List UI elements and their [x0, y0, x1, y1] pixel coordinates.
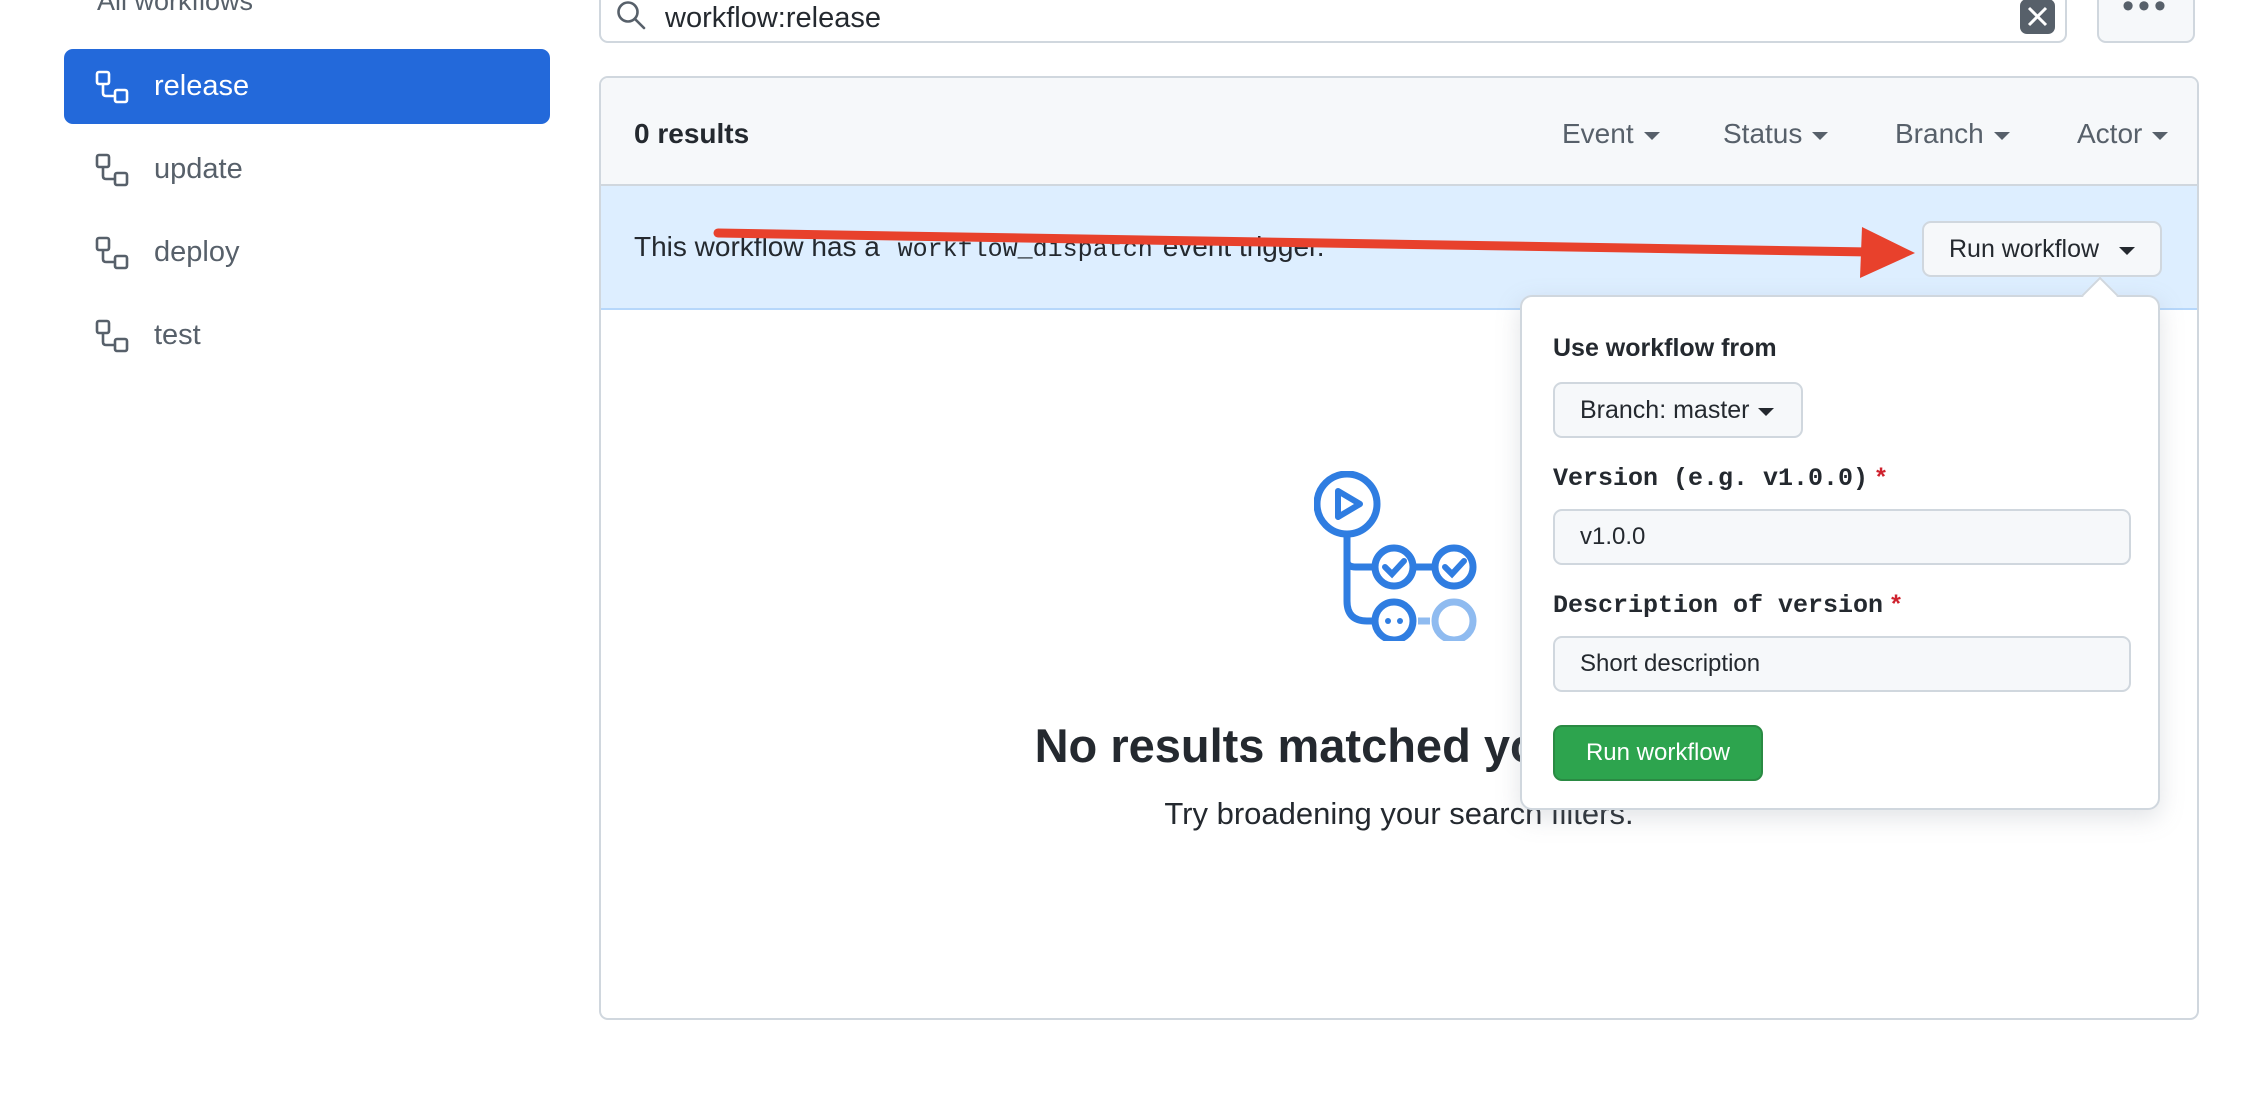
more-options-button[interactable]: ••• [2097, 0, 2195, 43]
actions-workflow-icon [1314, 471, 1477, 641]
run-workflow-dropdown-button[interactable]: Run workflow [1922, 221, 2162, 277]
results-header: 0 results Event Status Branch Actor [601, 78, 2197, 186]
sidebar-item-test[interactable]: test [64, 298, 550, 373]
search-icon [617, 1, 646, 30]
workflow-icon [95, 319, 129, 353]
dispatch-text: This workflow has a workflow_dispatch eve… [634, 231, 1325, 264]
filter-actor[interactable]: Actor [2077, 118, 2169, 150]
filter-label: Status [1723, 118, 1803, 149]
close-icon [2027, 6, 2048, 27]
filter-label: Branch [1895, 118, 1984, 149]
description-field-label: Description of version * [1553, 590, 1901, 620]
workflow-icon [95, 70, 129, 104]
workflow-icon [95, 153, 129, 187]
caret-down-icon [1643, 132, 1660, 140]
version-field-label: Version (e.g. v1.0.0) * [1553, 463, 1886, 493]
dispatch-banner: This workflow has a workflow_dispatch eve… [601, 186, 2197, 310]
filter-event[interactable]: Event [1562, 118, 1660, 150]
branch-select-button[interactable]: Branch: master [1553, 382, 1803, 438]
results-count: 0 results [634, 118, 750, 149]
field-label-text: Description of version [1553, 591, 1884, 620]
branch-select-label: Branch: master [1580, 395, 1750, 424]
sidebar-all-workflows[interactable]: All workflows [97, 0, 253, 17]
caret-down-icon [1993, 132, 2010, 140]
required-asterisk: * [1891, 590, 1901, 618]
kebab-horizontal-icon: ••• [2122, 0, 2170, 25]
filter-label: Actor [2077, 118, 2143, 149]
dispatch-text-before: This workflow has a [634, 231, 880, 262]
sidebar-item-release[interactable]: release [64, 49, 550, 124]
filter-status[interactable]: Status [1723, 118, 1829, 150]
run-workflow-label: Run workflow [1949, 234, 2100, 263]
description-input-value: Short description [1580, 650, 1761, 677]
run-workflow-submit-button[interactable]: Run workflow [1553, 725, 1763, 781]
version-input[interactable]: v1.0.0 [1553, 509, 2131, 565]
caret-down-icon [2119, 247, 2136, 255]
description-input[interactable]: Short description [1553, 636, 2131, 692]
filter-branch[interactable]: Branch [1895, 118, 2010, 150]
filter-label: Event [1562, 118, 1634, 149]
run-workflow-menu: Use workflow from Branch: master Version… [1520, 295, 2160, 810]
search-query: workflow:release [665, 2, 881, 34]
sidebar-item-update[interactable]: update [64, 132, 550, 207]
sidebar-item-label: update [154, 153, 243, 185]
sidebar-item-deploy[interactable]: deploy [64, 215, 550, 290]
sidebar-item-label: release [154, 70, 250, 102]
version-input-value: v1.0.0 [1580, 523, 1646, 550]
sidebar-item-label: deploy [154, 236, 240, 268]
use-workflow-from-heading: Use workflow from [1553, 334, 1777, 362]
sidebar-item-label: test [154, 319, 201, 351]
caret-down-icon [1812, 132, 1829, 140]
caret-down-icon [1757, 408, 1774, 416]
clear-search-button[interactable] [2020, 0, 2055, 34]
field-label-text: Version (e.g. v1.0.0) [1553, 464, 1869, 493]
workflow-icon [95, 236, 129, 270]
caret-down-icon [2152, 132, 2169, 140]
dispatch-text-after: event trigger. [1162, 231, 1325, 262]
search-input[interactable]: workflow:release [599, 0, 2067, 43]
required-asterisk: * [1876, 463, 1886, 491]
dispatch-event-code: workflow_dispatch [897, 235, 1153, 264]
